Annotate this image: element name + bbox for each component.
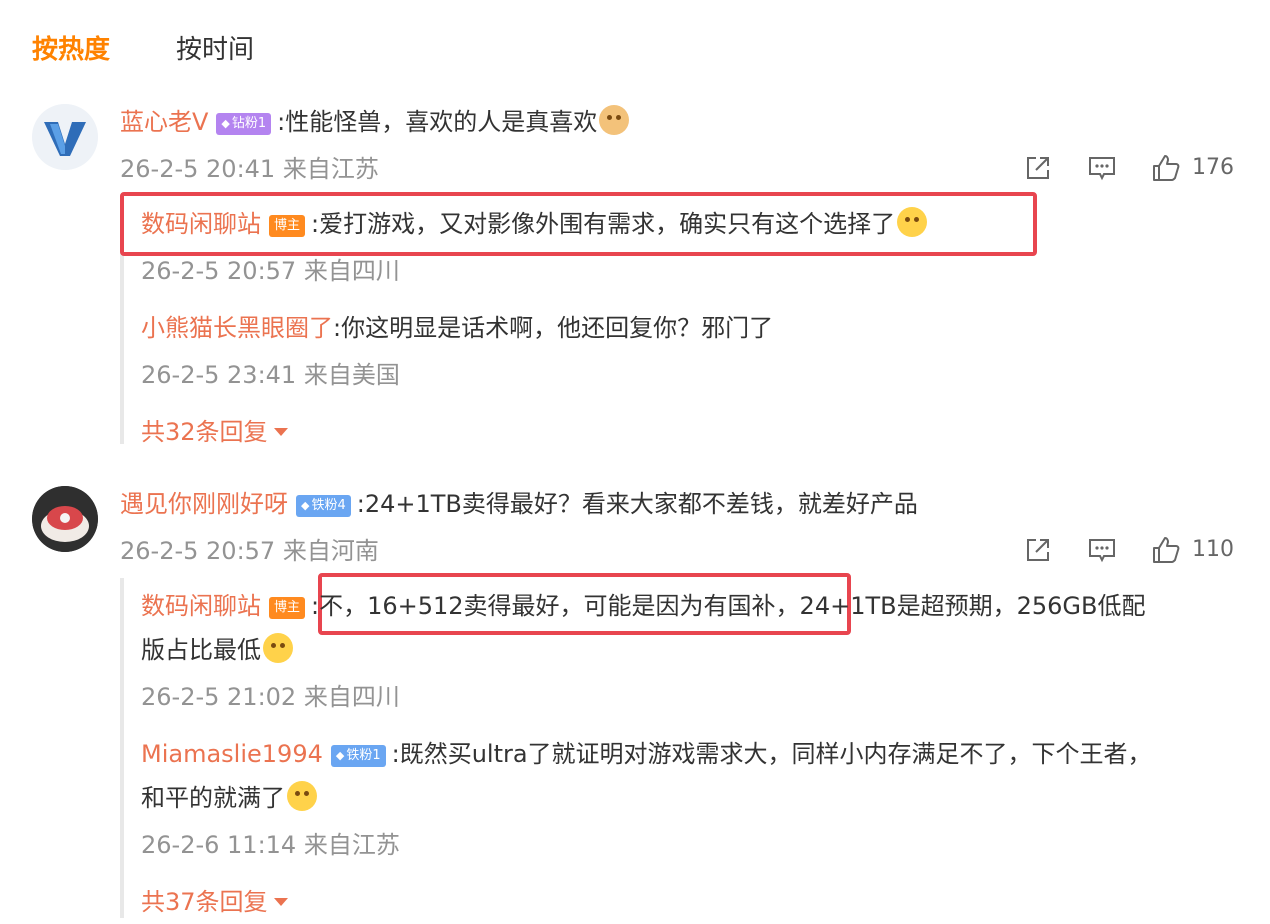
comment-2-text: :24+1TB卖得最好？看来大家都不差钱，就差好产品 [356,490,918,518]
v-logo-avatar [32,104,98,170]
comment-2-header: 遇见你刚刚好呀 ◆ 铁粉4:24+1TB卖得最好？看来大家都不差钱，就差好产品 [120,486,918,522]
reply-meta: 26-2-5 23:41 来自美国 [141,361,400,389]
reply-meta: 26-2-5 20:57 来自四川 [141,257,400,285]
comment-2-meta: 26-2-5 20:57 来自河南 [120,537,379,565]
avatar[interactable] [32,104,98,170]
tab-time[interactable]: 按时间 [176,30,254,70]
reply-text: :爱打游戏，又对影像外围有需求，确实只有这个选择了 [311,210,896,238]
avatar[interactable] [32,486,98,552]
reply-1-1: 数码闲聊站 博主:爱打游戏，又对影像外围有需求，确实只有这个选择了 [141,206,928,242]
like-button[interactable]: 176 [1150,150,1234,186]
reply-2-1: 数码闲聊站 博主:不，16+512卖得最好，可能是因为有国补，24+1TB是超预期… [141,588,1145,624]
more-replies-link[interactable]: 共37条回复 [141,884,288,920]
fan-badge: ◆ 铁粉4 [296,495,351,517]
comment-button[interactable] [1086,532,1118,568]
comment-button[interactable] [1086,150,1118,186]
caret-down-icon [273,428,288,436]
reply-2-2: Miamaslie1994 ◆ 铁粉1:既然买ultra了就证明对游戏需求大，同样小… [141,736,1152,772]
comment-icon [1089,539,1115,563]
doge-emoji-icon [599,105,630,135]
reply-text-line1: :不，16+512卖得最好，可能是因为有国补，24+1TB是超预期，256GB低… [311,592,1146,620]
fan-badge: ◆ 钻粉1 [216,113,272,135]
diamond-icon: ◆ [221,117,230,130]
like-icon [1153,155,1180,181]
comment-1-meta: 26-2-5 20:41 来自江苏 [120,155,379,183]
reply-meta: 26-2-5 21:02 来自四川 [141,683,400,711]
reply-text: :你这明显是话术啊，他还回复你？邪门了 [333,314,774,342]
reply-meta: 26-2-6 11:14 来自江苏 [141,831,400,859]
reply-username[interactable]: 数码闲聊站 [141,592,261,620]
comment-2-username[interactable]: 遇见你刚刚好呀 [120,490,288,518]
reply-username[interactable]: 数码闲聊站 [141,210,261,238]
share-button[interactable] [1022,150,1054,186]
author-badge: 博主 [269,597,306,619]
like-icon [1153,537,1180,563]
reply-thread-bar [120,578,128,918]
more-replies-link[interactable]: 共32条回复 [141,414,288,450]
share-icon [1027,157,1049,179]
reply-text-line2: 和平的就满了 [141,784,285,812]
reply-username[interactable]: 小熊猫长黑眼圈了 [141,314,333,342]
reply-2-2-cont: 和平的就满了 [141,780,317,816]
like-count: 176 [1192,155,1234,180]
like-count: 110 [1192,537,1234,562]
reply-username[interactable]: Miamaslie1994 [141,740,323,768]
comment-icon [1089,157,1115,181]
fan-badge: ◆ 铁粉1 [330,745,386,767]
reply-1-2: 小熊猫长黑眼圈了:你这明显是话术啊，他还回复你？邪门了 [141,310,773,346]
yummy-emoji-icon [263,633,293,663]
cake-avatar [32,486,98,552]
reply-2-1-cont: 版占比最低 [141,632,293,668]
caret-down-icon [273,898,288,906]
comment-1-username[interactable]: 蓝心老V [120,108,208,136]
like-button[interactable]: 110 [1150,532,1234,568]
laugh-cry-emoji-icon [287,781,317,811]
diamond-icon: ◆ [335,749,345,762]
share-button[interactable] [1022,532,1054,568]
comment-1-text: :性能怪兽，喜欢的人是真喜欢 [277,108,598,136]
tab-hot[interactable]: 按热度 [32,30,110,70]
author-badge: 博主 [269,215,306,237]
reply-text-line2: 版占比最低 [141,636,261,664]
diamond-icon: ◆ [301,499,310,512]
reply-text-line1: :既然买ultra了就证明对游戏需求大，同样小内存满足不了，下个王者， [391,740,1152,768]
share-icon [1027,539,1049,561]
smile-emoji-icon [897,207,928,237]
comment-1-header: 蓝心老V ◆ 钻粉1:性能怪兽，喜欢的人是真喜欢 [120,104,630,140]
